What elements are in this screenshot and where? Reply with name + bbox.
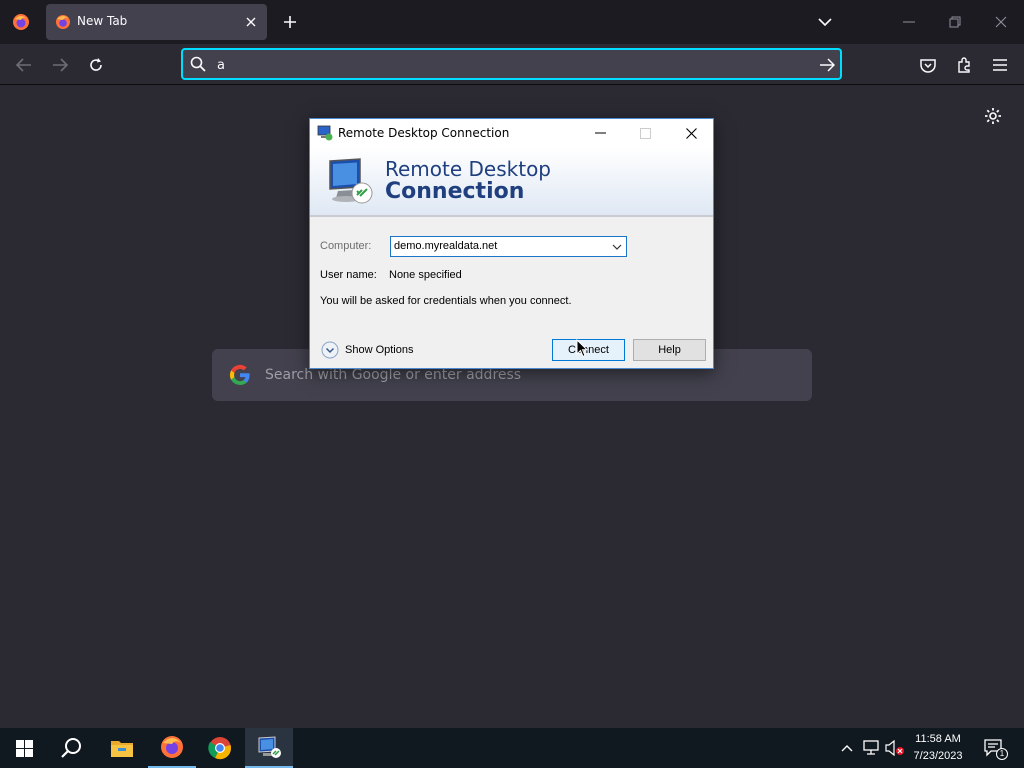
address-input[interactable] xyxy=(215,54,795,76)
extensions-icon[interactable] xyxy=(951,52,977,78)
chevron-down-icon[interactable] xyxy=(611,240,623,254)
mouse-cursor-icon xyxy=(576,338,589,362)
taskbar: 11:58 AM 7/23/2023 1 xyxy=(0,728,1024,768)
menu-icon[interactable] xyxy=(987,52,1013,78)
firefox-view-icon[interactable] xyxy=(8,9,34,35)
tab-title: New Tab xyxy=(77,14,128,28)
remote-desktop-icon xyxy=(317,125,333,141)
close-tab-icon[interactable] xyxy=(241,12,261,32)
chrome-icon[interactable] xyxy=(196,728,244,768)
close-window-icon[interactable] xyxy=(987,8,1015,36)
notification-count-badge: 1 xyxy=(996,748,1008,760)
firefox-taskbar-icon[interactable] xyxy=(148,728,196,768)
navigation-toolbar xyxy=(0,44,1024,85)
banner-line2: Connection xyxy=(385,179,525,204)
connect-button[interactable]: Connect xyxy=(552,339,625,361)
show-options-toggle[interactable]: Show Options xyxy=(321,341,413,359)
back-icon[interactable] xyxy=(11,52,37,78)
notifications-icon[interactable]: 1 xyxy=(982,738,1008,760)
computer-value: demo.myrealdata.net xyxy=(394,240,498,252)
restore-icon[interactable] xyxy=(941,8,969,36)
remote-desktop-dialog: Remote Desktop Connection Remote Desktop… xyxy=(309,118,714,369)
dialog-titlebar[interactable]: Remote Desktop Connection xyxy=(310,119,713,147)
computer-label: Computer: xyxy=(320,240,372,252)
clock-date: 7/23/2023 xyxy=(913,750,963,762)
file-explorer-icon[interactable] xyxy=(98,728,146,768)
list-all-tabs-icon[interactable] xyxy=(814,11,836,33)
dialog-banner: Remote Desktop Connection xyxy=(310,147,713,217)
credentials-note: You will be asked for credentials when y… xyxy=(320,295,572,307)
address-bar[interactable] xyxy=(181,48,842,80)
go-arrow-icon[interactable] xyxy=(817,55,837,75)
network-icon[interactable] xyxy=(861,738,881,758)
help-button[interactable]: Help xyxy=(633,339,706,361)
gear-icon[interactable] xyxy=(982,105,1004,127)
forward-icon[interactable] xyxy=(47,52,73,78)
tab-strip: New Tab xyxy=(0,0,1024,44)
remote-desktop-monitor-icon xyxy=(324,155,376,207)
username-value: None specified xyxy=(389,269,462,281)
volume-muted-icon[interactable] xyxy=(885,738,905,758)
pocket-icon[interactable] xyxy=(915,52,941,78)
username-label: User name: xyxy=(320,269,377,281)
new-tab-icon[interactable] xyxy=(279,11,301,33)
tab-new-tab[interactable]: New Tab xyxy=(46,4,267,40)
remote-desktop-taskbar-icon[interactable] xyxy=(245,728,293,768)
dialog-maximize-icon xyxy=(622,119,668,147)
clock-time: 11:58 AM xyxy=(915,733,961,745)
expand-circle-icon xyxy=(321,341,339,359)
newtab-search-placeholder: Search with Google or enter address xyxy=(265,367,522,383)
banner-line1: Remote Desktop xyxy=(385,157,552,181)
minimize-icon[interactable] xyxy=(895,8,923,36)
dialog-close-icon[interactable] xyxy=(668,119,714,147)
windows-start-icon[interactable] xyxy=(0,728,48,768)
google-logo-icon xyxy=(228,363,252,387)
show-hidden-icons-chevron-icon[interactable] xyxy=(837,738,857,758)
search-taskbar-icon[interactable] xyxy=(48,728,96,768)
reload-icon[interactable] xyxy=(83,52,109,78)
computer-combobox[interactable]: demo.myrealdata.net xyxy=(390,236,627,257)
dialog-minimize-icon[interactable] xyxy=(577,119,623,147)
firefox-icon xyxy=(55,14,71,30)
show-options-label: Show Options xyxy=(345,344,414,356)
search-icon xyxy=(190,56,206,76)
clock[interactable]: 11:58 AM 7/23/2023 xyxy=(905,731,971,765)
dialog-title: Remote Desktop Connection xyxy=(338,126,510,140)
